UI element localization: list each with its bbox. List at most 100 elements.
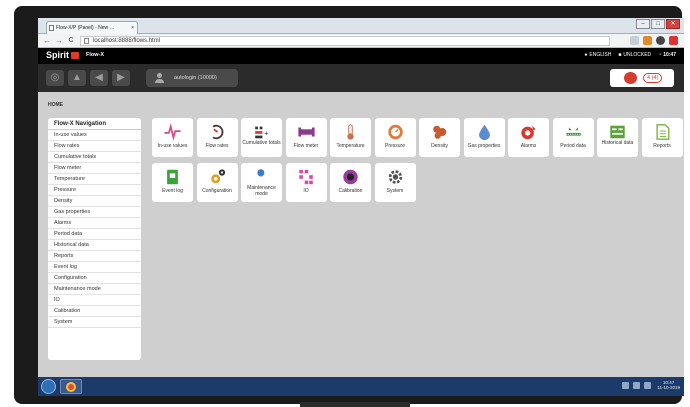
globe-button[interactable]: ◎ bbox=[46, 70, 64, 86]
tile-label: Flow meter bbox=[293, 143, 319, 149]
history-icon bbox=[608, 123, 627, 141]
app-name: Flow-X bbox=[86, 52, 105, 58]
tile-configuration[interactable]: Configuration bbox=[196, 163, 238, 202]
tile-reports[interactable]: Reports bbox=[641, 118, 683, 157]
tile-flow-meter[interactable]: Flow meter bbox=[285, 118, 327, 157]
sidebar-item-io[interactable]: IO bbox=[48, 295, 141, 306]
clock-icon: ◔ bbox=[658, 52, 662, 58]
network-icon[interactable] bbox=[622, 381, 630, 389]
sidebar-item-reports[interactable]: Reports bbox=[48, 251, 141, 262]
settings-menu-icon[interactable] bbox=[669, 36, 678, 45]
flag-icon[interactable] bbox=[644, 381, 652, 389]
tile-system[interactable]: System bbox=[374, 163, 416, 202]
extension-icon[interactable] bbox=[643, 36, 652, 45]
language-status[interactable]: ● ENGLISH bbox=[584, 52, 611, 58]
forward-arrow-icon[interactable]: → bbox=[54, 36, 64, 46]
alarm-count: 4 (4) bbox=[643, 73, 663, 83]
sidebar-item-temperature[interactable]: Temperature bbox=[48, 174, 141, 185]
taskbar-date: 11-10-2019 bbox=[657, 385, 680, 390]
droplet-icon bbox=[475, 123, 494, 141]
tile-label: IO bbox=[303, 188, 309, 194]
spirit-logo: Spirit bbox=[46, 50, 80, 61]
sidebar-item-maintenance-mode[interactable]: Maintenance mode bbox=[48, 284, 141, 295]
lock-status[interactable]: ■ UNLOCKED bbox=[618, 52, 651, 58]
app-header: Spirit Flow-X ● ENGLISH ■ UNLOCKED ◔ 10:47 bbox=[38, 48, 684, 64]
tile-in-use-values[interactable]: In-use values bbox=[152, 118, 193, 157]
tile-label: Temperature bbox=[336, 143, 365, 149]
page-info-icon bbox=[84, 38, 89, 44]
browser-toolbar: ← → C localhost:8888/flows.html bbox=[38, 34, 684, 48]
tile-label: In-use values bbox=[157, 143, 188, 149]
volume-icon[interactable] bbox=[633, 381, 641, 389]
tile-event-log[interactable]: Event log bbox=[152, 163, 193, 202]
tile-density[interactable]: Density bbox=[419, 118, 460, 157]
forward-button[interactable]: ▶ bbox=[112, 70, 130, 86]
user-icon bbox=[155, 73, 164, 83]
tile-pressure[interactable]: Pressure bbox=[374, 118, 416, 157]
reload-icon[interactable]: C bbox=[66, 36, 76, 46]
tile-label: Configuration bbox=[202, 188, 232, 194]
status-area: ● ENGLISH ■ UNLOCKED ◔ 10:47 bbox=[584, 52, 676, 58]
bookmark-star-icon[interactable] bbox=[630, 36, 639, 45]
sidebar-item-configuration[interactable]: Configuration bbox=[48, 273, 141, 284]
tile-flow-rates[interactable]: Flow rates bbox=[196, 118, 238, 157]
sidebar-item-flow-meter[interactable]: Flow meter bbox=[48, 163, 141, 174]
clock-status: ◔ 10:47 bbox=[658, 52, 676, 58]
sidebar-item-density[interactable]: Density bbox=[48, 196, 141, 207]
sidebar-item-calibration[interactable]: Calibration bbox=[48, 306, 141, 317]
tile-maintenance-mode[interactable]: Maintenance mode bbox=[241, 163, 282, 202]
toolbar-icons bbox=[630, 36, 678, 45]
sidebar-item-in-use-values[interactable]: In-use values bbox=[48, 130, 141, 141]
address-bar[interactable]: localhost:8888/flows.html bbox=[80, 36, 610, 46]
close-window-button[interactable]: ✕ bbox=[666, 19, 680, 29]
sidebar-item-cumulative-totals[interactable]: Cumulative totals bbox=[48, 152, 141, 163]
tile-label: Maintenance mode bbox=[247, 185, 276, 197]
login-label: autologin (10000) bbox=[174, 75, 217, 81]
alarm-icon bbox=[519, 123, 538, 141]
sidebar-item-pressure[interactable]: Pressure bbox=[48, 185, 141, 196]
tile-label: Event log bbox=[162, 188, 183, 194]
sidebar-list: In-use values Flow rates Cumulative totals… bbox=[48, 130, 141, 328]
pressure-gauge-icon bbox=[386, 123, 405, 141]
tile-cumulative-totals[interactable]: + Cumulative totals bbox=[241, 118, 282, 157]
home-button[interactable]: ▲ bbox=[68, 70, 86, 86]
tile-gas-properties[interactable]: Gas properties bbox=[463, 118, 505, 157]
tile-label: Flow rates bbox=[205, 143, 229, 149]
minimize-button[interactable]: – bbox=[636, 19, 650, 29]
language-label: ENGLISH bbox=[589, 52, 612, 58]
maximize-button[interactable]: □ bbox=[651, 19, 665, 29]
alarm-bell-icon bbox=[624, 72, 637, 84]
back-arrow-icon[interactable]: ← bbox=[42, 36, 52, 46]
sidebar-item-flow-rates[interactable]: Flow rates bbox=[48, 141, 141, 152]
chrome-icon[interactable] bbox=[656, 36, 665, 45]
taskbar-chrome-button[interactable] bbox=[60, 379, 82, 394]
start-button[interactable] bbox=[41, 379, 56, 394]
control-bar: ◎ ▲ ◀ ▶ autologin (10000) 4 (4) bbox=[38, 64, 684, 92]
sidebar-item-historical-data[interactable]: Historical data bbox=[48, 240, 141, 251]
tile-period-data[interactable]: Period data bbox=[552, 118, 594, 157]
tile-label: Cumulative totals bbox=[242, 140, 281, 146]
alarm-indicator[interactable]: 4 (4) bbox=[610, 69, 674, 87]
tile-io[interactable]: IO bbox=[285, 163, 327, 202]
tile-temperature[interactable]: Temperature bbox=[330, 118, 371, 157]
sidebar-item-alarms[interactable]: Alarms bbox=[48, 218, 141, 229]
taskbar-clock[interactable]: 10:47 11-10-2019 bbox=[657, 380, 680, 390]
sidebar-item-system[interactable]: System bbox=[48, 317, 141, 328]
back-button[interactable]: ◀ bbox=[90, 70, 108, 86]
breadcrumb[interactable]: HOME bbox=[48, 102, 63, 108]
sidebar-item-gas-properties[interactable]: Gas properties bbox=[48, 207, 141, 218]
tile-label: Reports bbox=[653, 143, 671, 149]
tile-label: Alarms bbox=[520, 143, 537, 149]
tab-title: Flow-X/P (Panel) - New … bbox=[56, 25, 115, 31]
browser-tab[interactable]: Flow-X/P (Panel) - New … × bbox=[46, 21, 138, 34]
sidebar-item-event-log[interactable]: Event log bbox=[48, 262, 141, 273]
login-button[interactable]: autologin (10000) bbox=[146, 69, 238, 87]
pipe-icon bbox=[297, 123, 316, 141]
tile-calibration[interactable]: Calibration bbox=[330, 163, 371, 202]
tile-historical-data[interactable]: Historical data bbox=[597, 118, 638, 157]
sidebar-item-period-data[interactable]: Period data bbox=[48, 229, 141, 240]
svg-text:+: + bbox=[264, 129, 268, 138]
tile-label: System bbox=[386, 188, 404, 194]
tile-alarms[interactable]: Alarms bbox=[508, 118, 549, 157]
tab-close-icon[interactable]: × bbox=[131, 22, 134, 34]
